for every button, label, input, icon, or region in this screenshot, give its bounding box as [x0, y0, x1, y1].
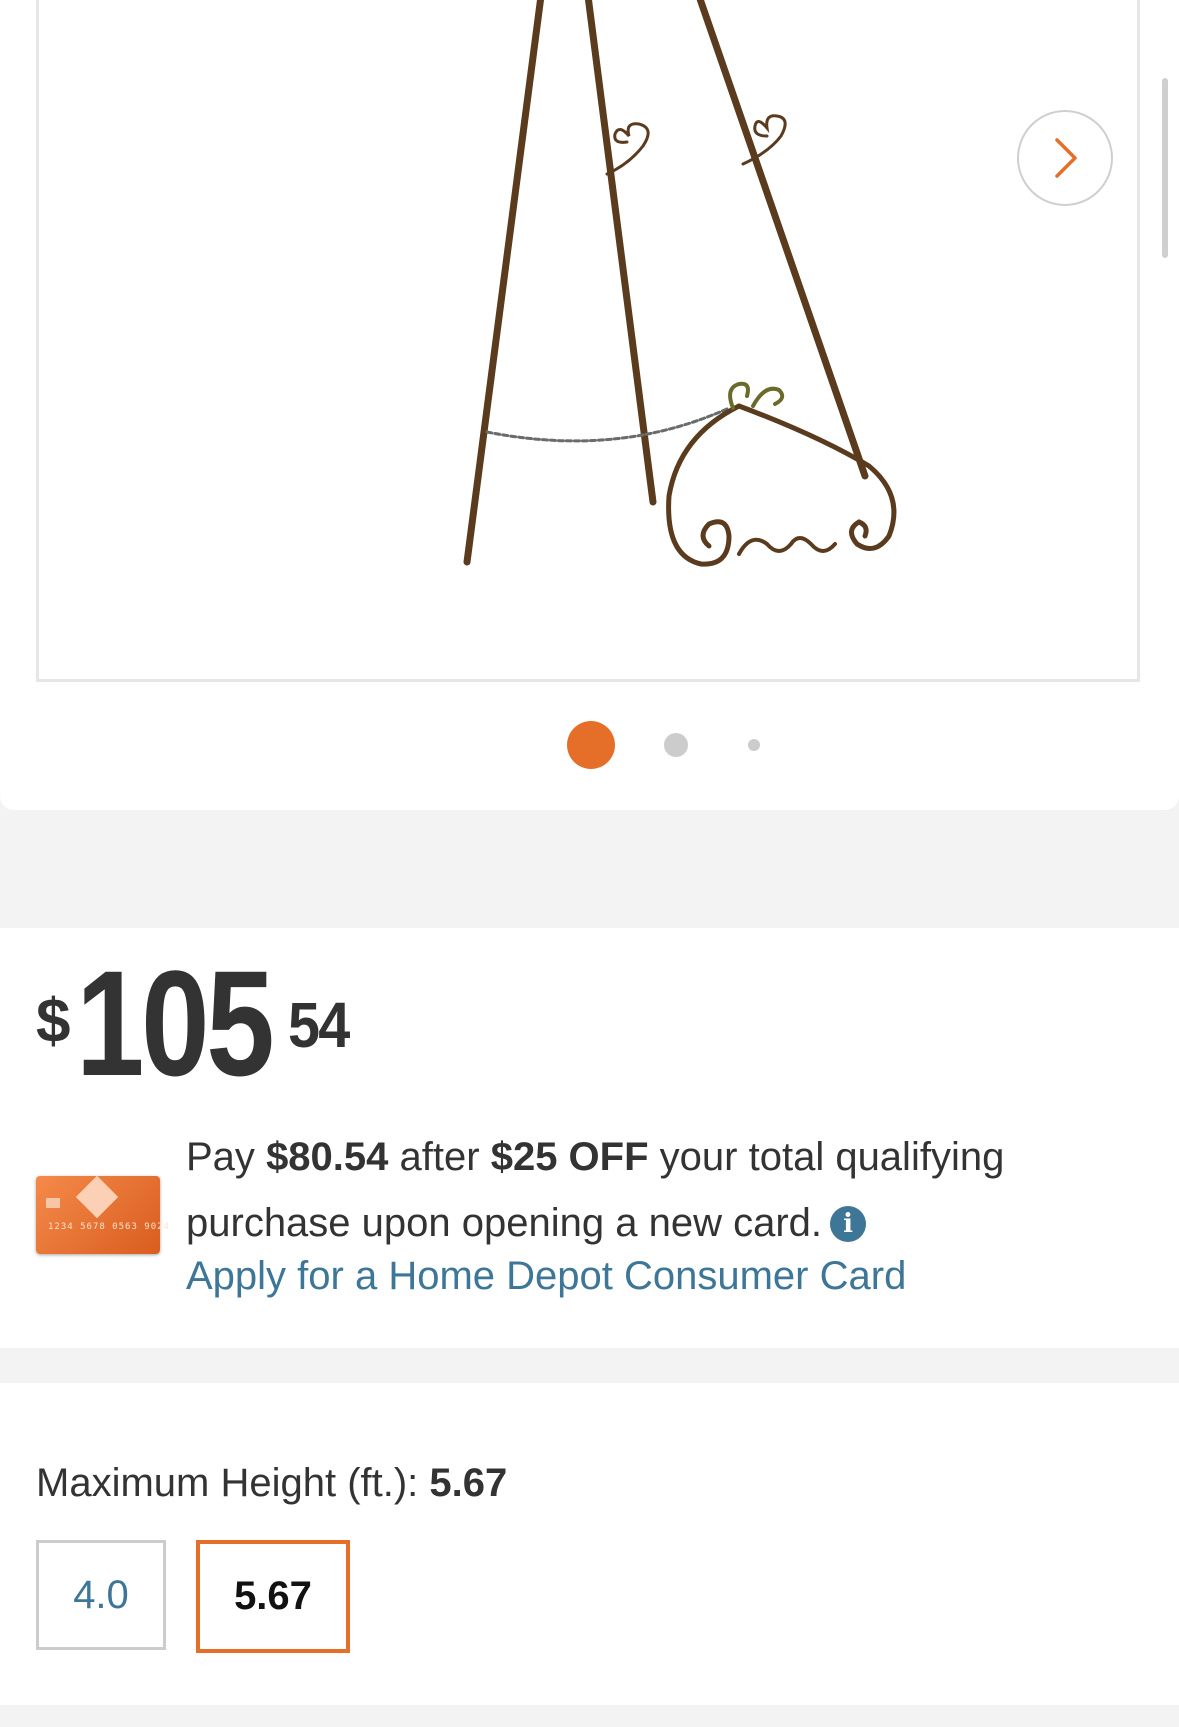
gallery-dot[interactable] — [664, 733, 688, 757]
product-image-frame[interactable] — [36, 0, 1140, 682]
credit-card-image: 1234 5678 0563 9024 — [36, 1175, 169, 1254]
price-whole: 105 — [76, 939, 275, 1107]
variant-label: Maximum Height (ft.): 5.67 — [36, 1461, 507, 1506]
card-number: 1234 5678 0563 9024 — [48, 1222, 170, 1232]
product-image-gallery — [0, 0, 1179, 810]
promo-after: after — [399, 1135, 480, 1179]
promo-pay-amount: $80.54 — [266, 1135, 389, 1179]
height-option-4-0[interactable]: 4.0 — [36, 1540, 166, 1650]
price-section: $ 105 54 1234 5678 0563 9024 Pay $80.54 … — [0, 928, 1179, 1348]
gallery-dot[interactable] — [748, 739, 760, 751]
card-chip — [46, 1198, 60, 1208]
variant-selector: Maximum Height (ft.): 5.67 4.0 5.67 — [0, 1383, 1179, 1705]
price-cents: 54 — [288, 989, 350, 1061]
product-image — [463, 0, 897, 567]
info-icon[interactable]: i — [830, 1206, 867, 1242]
next-image-button[interactable] — [1017, 110, 1113, 206]
variant-selected-value: 5.67 — [429, 1461, 508, 1505]
price-currency: $ — [36, 987, 71, 1056]
home-depot-logo — [75, 1175, 119, 1219]
gallery-dot-active[interactable] — [567, 721, 615, 769]
promo-discount: $25 OFF — [490, 1135, 649, 1179]
height-option-5-67-selected[interactable]: 5.67 — [196, 1540, 350, 1653]
scroll-indicator[interactable] — [1162, 78, 1168, 258]
chevron-right-icon — [1055, 138, 1077, 178]
card-promo-text: Pay $80.54 after $25 OFF your total qual… — [186, 1124, 1086, 1256]
promo-pay-prefix: Pay — [186, 1135, 255, 1179]
apply-card-link[interactable]: Apply for a Home Depot Consumer Card — [186, 1254, 906, 1299]
variant-label-text: Maximum Height (ft.): — [36, 1461, 419, 1505]
